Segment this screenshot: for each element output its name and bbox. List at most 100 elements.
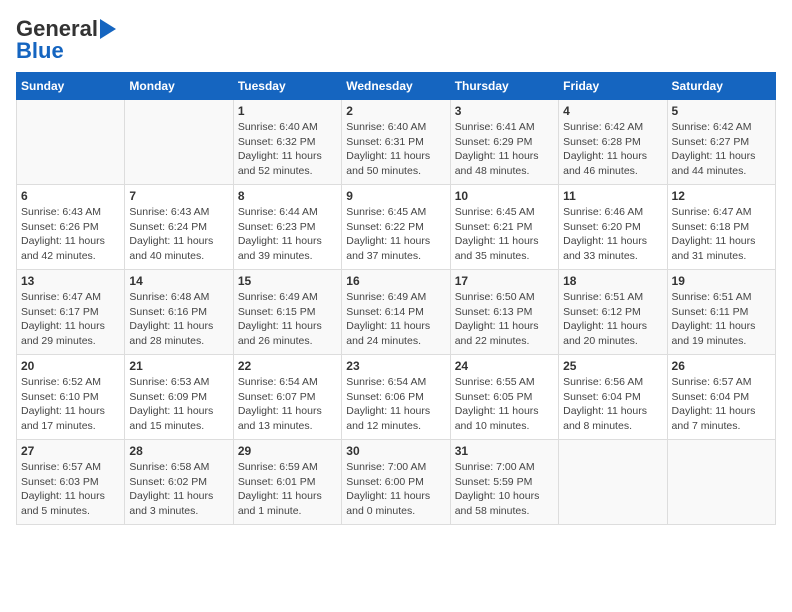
day-info: Sunrise: 7:00 AMSunset: 5:59 PMDaylight:… [455,460,554,519]
calendar-cell: 22 Sunrise: 6:54 AMSunset: 6:07 PMDayligh… [233,355,341,440]
day-number: 20 [21,359,120,373]
day-info: Sunrise: 6:53 AMSunset: 6:09 PMDaylight:… [129,375,228,434]
day-info: Sunrise: 6:50 AMSunset: 6:13 PMDaylight:… [455,290,554,349]
day-info: Sunrise: 6:42 AMSunset: 6:27 PMDaylight:… [672,120,771,179]
header-sunday: Sunday [17,73,125,100]
day-number: 28 [129,444,228,458]
day-info: Sunrise: 7:00 AMSunset: 6:00 PMDaylight:… [346,460,445,519]
day-info: Sunrise: 6:54 AMSunset: 6:07 PMDaylight:… [238,375,337,434]
day-info: Sunrise: 6:54 AMSunset: 6:06 PMDaylight:… [346,375,445,434]
calendar-cell: 19 Sunrise: 6:51 AMSunset: 6:11 PMDayligh… [667,270,775,355]
calendar-cell: 14 Sunrise: 6:48 AMSunset: 6:16 PMDayligh… [125,270,233,355]
day-info: Sunrise: 6:45 AMSunset: 6:21 PMDaylight:… [455,205,554,264]
day-info: Sunrise: 6:58 AMSunset: 6:02 PMDaylight:… [129,460,228,519]
day-number: 6 [21,189,120,203]
day-number: 21 [129,359,228,373]
calendar-cell: 11Sunrise: 6:46 AMSunset: 6:20 PMDayligh… [559,185,667,270]
day-number: 29 [238,444,337,458]
calendar-cell [667,440,775,525]
calendar-week-5: 27 Sunrise: 6:57 AMSunset: 6:03 PMDayligh… [17,440,776,525]
day-info: Sunrise: 6:51 AMSunset: 6:11 PMDaylight:… [672,290,771,349]
page-header: General Blue [16,16,776,64]
header-thursday: Thursday [450,73,558,100]
day-info: Sunrise: 6:43 AMSunset: 6:26 PMDaylight:… [21,205,120,264]
day-number: 30 [346,444,445,458]
day-number: 27 [21,444,120,458]
header-tuesday: Tuesday [233,73,341,100]
day-info: Sunrise: 6:49 AMSunset: 6:14 PMDaylight:… [346,290,445,349]
day-number: 25 [563,359,662,373]
day-number: 13 [21,274,120,288]
day-number: 26 [672,359,771,373]
day-number: 31 [455,444,554,458]
calendar-cell: 10 Sunrise: 6:45 AMSunset: 6:21 PMDayligh… [450,185,558,270]
calendar-cell: 9Sunrise: 6:45 AMSunset: 6:22 PMDaylight… [342,185,450,270]
header-saturday: Saturday [667,73,775,100]
calendar-cell: 26 Sunrise: 6:57 AMSunset: 6:04 PMDayligh… [667,355,775,440]
day-info: Sunrise: 6:47 AMSunset: 6:18 PMDaylight:… [672,205,771,264]
calendar-cell: 6 Sunrise: 6:43 AMSunset: 6:26 PMDaylight… [17,185,125,270]
calendar-cell: 17 Sunrise: 6:50 AMSunset: 6:13 PMDayligh… [450,270,558,355]
day-number: 12 [672,189,771,203]
header-friday: Friday [559,73,667,100]
calendar-cell [125,100,233,185]
calendar-cell: 15 Sunrise: 6:49 AMSunset: 6:15 PMDayligh… [233,270,341,355]
day-number: 15 [238,274,337,288]
calendar-header-row: SundayMondayTuesdayWednesdayThursdayFrid… [17,73,776,100]
header-monday: Monday [125,73,233,100]
day-info: Sunrise: 6:41 AMSunset: 6:29 PMDaylight:… [455,120,554,179]
logo-blue: Blue [16,38,64,64]
day-number: 22 [238,359,337,373]
day-number: 3 [455,104,554,118]
day-info: Sunrise: 6:48 AMSunset: 6:16 PMDaylight:… [129,290,228,349]
calendar-cell: 12 Sunrise: 6:47 AMSunset: 6:18 PMDayligh… [667,185,775,270]
day-number: 16 [346,274,445,288]
calendar-cell: 28 Sunrise: 6:58 AMSunset: 6:02 PMDayligh… [125,440,233,525]
day-info: Sunrise: 6:43 AMSunset: 6:24 PMDaylight:… [129,205,228,264]
calendar-week-2: 6 Sunrise: 6:43 AMSunset: 6:26 PMDaylight… [17,185,776,270]
calendar-cell: 7Sunrise: 6:43 AMSunset: 6:24 PMDaylight… [125,185,233,270]
calendar-cell: 1 Sunrise: 6:40 AMSunset: 6:32 PMDaylight… [233,100,341,185]
calendar-cell: 2 Sunrise: 6:40 AMSunset: 6:31 PMDaylight… [342,100,450,185]
calendar-cell: 31 Sunrise: 7:00 AMSunset: 5:59 PMDayligh… [450,440,558,525]
day-info: Sunrise: 6:51 AMSunset: 6:12 PMDaylight:… [563,290,662,349]
day-number: 18 [563,274,662,288]
day-number: 14 [129,274,228,288]
calendar-cell: 16 Sunrise: 6:49 AMSunset: 6:14 PMDayligh… [342,270,450,355]
calendar-cell: 24Sunrise: 6:55 AMSunset: 6:05 PMDayligh… [450,355,558,440]
calendar-week-1: 1 Sunrise: 6:40 AMSunset: 6:32 PMDaylight… [17,100,776,185]
calendar-cell: 13 Sunrise: 6:47 AMSunset: 6:17 PMDayligh… [17,270,125,355]
day-info: Sunrise: 6:57 AMSunset: 6:03 PMDaylight:… [21,460,120,519]
calendar-cell: 8Sunrise: 6:44 AMSunset: 6:23 PMDaylight… [233,185,341,270]
day-number: 17 [455,274,554,288]
day-info: Sunrise: 6:42 AMSunset: 6:28 PMDaylight:… [563,120,662,179]
calendar-cell: 29Sunrise: 6:59 AMSunset: 6:01 PMDayligh… [233,440,341,525]
day-info: Sunrise: 6:56 AMSunset: 6:04 PMDaylight:… [563,375,662,434]
day-number: 2 [346,104,445,118]
day-number: 19 [672,274,771,288]
day-number: 10 [455,189,554,203]
calendar-cell: 30 Sunrise: 7:00 AMSunset: 6:00 PMDayligh… [342,440,450,525]
logo: General Blue [16,16,116,64]
calendar-cell: 27 Sunrise: 6:57 AMSunset: 6:03 PMDayligh… [17,440,125,525]
calendar-cell: 25 Sunrise: 6:56 AMSunset: 6:04 PMDayligh… [559,355,667,440]
calendar-cell: 23 Sunrise: 6:54 AMSunset: 6:06 PMDayligh… [342,355,450,440]
calendar-week-4: 20Sunrise: 6:52 AMSunset: 6:10 PMDayligh… [17,355,776,440]
calendar-week-3: 13 Sunrise: 6:47 AMSunset: 6:17 PMDayligh… [17,270,776,355]
day-number: 9 [346,189,445,203]
day-info: Sunrise: 6:44 AMSunset: 6:23 PMDaylight:… [238,205,337,264]
day-info: Sunrise: 6:47 AMSunset: 6:17 PMDaylight:… [21,290,120,349]
day-info: Sunrise: 6:40 AMSunset: 6:32 PMDaylight:… [238,120,337,179]
calendar-cell [17,100,125,185]
day-info: Sunrise: 6:40 AMSunset: 6:31 PMDaylight:… [346,120,445,179]
day-number: 23 [346,359,445,373]
day-info: Sunrise: 6:57 AMSunset: 6:04 PMDaylight:… [672,375,771,434]
calendar-cell: 21 Sunrise: 6:53 AMSunset: 6:09 PMDayligh… [125,355,233,440]
calendar-cell: 3 Sunrise: 6:41 AMSunset: 6:29 PMDaylight… [450,100,558,185]
day-info: Sunrise: 6:49 AMSunset: 6:15 PMDaylight:… [238,290,337,349]
calendar-table: SundayMondayTuesdayWednesdayThursdayFrid… [16,72,776,525]
day-number: 11 [563,189,662,203]
header-wednesday: Wednesday [342,73,450,100]
day-number: 1 [238,104,337,118]
calendar-cell: 4Sunrise: 6:42 AMSunset: 6:28 PMDaylight… [559,100,667,185]
